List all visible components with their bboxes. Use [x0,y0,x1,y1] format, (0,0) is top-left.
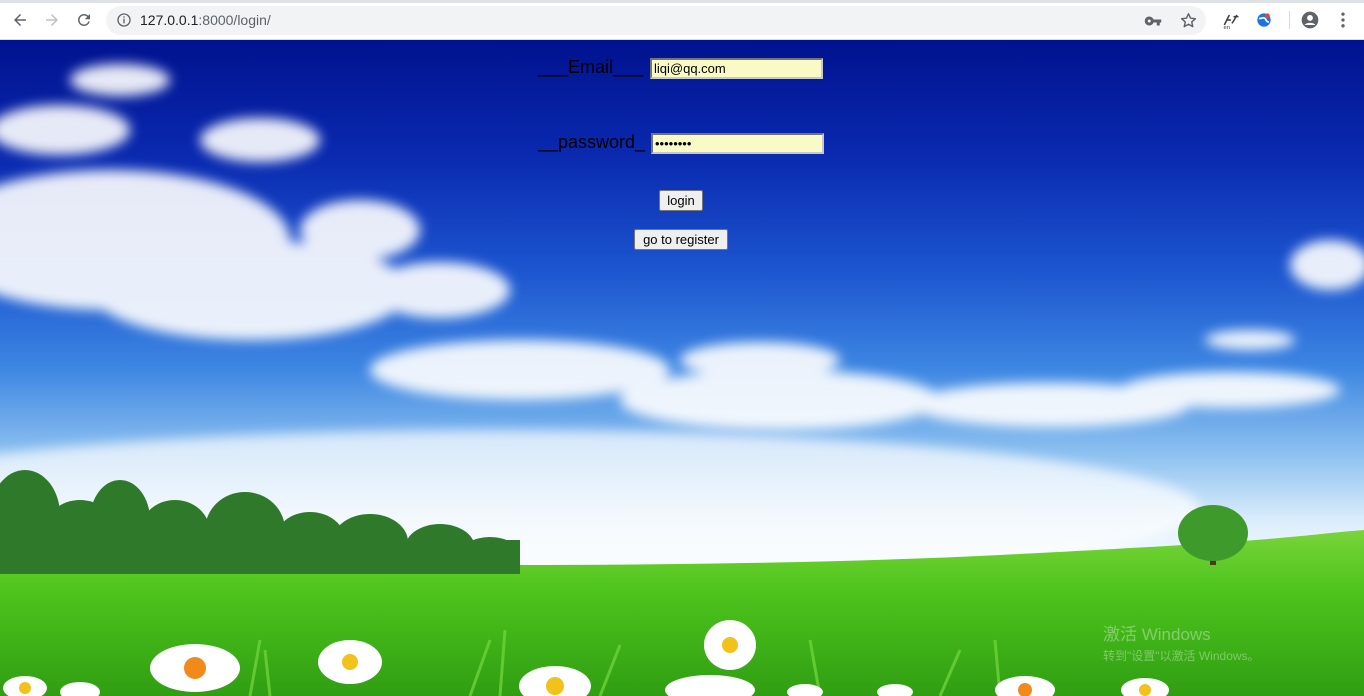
forward-button[interactable] [41,9,63,31]
url-path: :8000/login/ [198,12,271,28]
key-icon[interactable] [1144,12,1162,30]
register-button[interactable]: go to register [634,229,728,250]
url-text[interactable]: 127.0.0.1:8000/login/ [140,12,271,28]
svg-text:en: en [1224,25,1230,30]
arrow-left-icon [14,14,26,26]
windows-activation-watermark: 激活 Windows 转到"设置"以激活 Windows。 [1103,620,1260,664]
globe-extension-icon[interactable] [1254,10,1274,30]
back-button[interactable] [9,9,31,31]
star-icon[interactable] [1179,11,1198,30]
url-host: 127.0.0.1 [140,12,199,28]
password-row: __password_ [538,132,645,153]
info-icon[interactable] [116,12,132,28]
email-label: ___Email___ [538,57,644,77]
toolbar-divider [1289,11,1290,29]
password-label: __password_ [538,132,646,152]
password-input[interactable] [651,133,824,154]
translate-extension-icon[interactable]: en [1221,10,1241,30]
tab-strip-edge [0,0,1364,3]
kebab-menu-icon[interactable] [1333,10,1353,30]
email-input[interactable] [650,58,823,79]
watermark-subtitle: 转到"设置"以激活 Windows。 [1103,649,1260,663]
browser-toolbar: 127.0.0.1:8000/login/ en [0,0,1364,40]
profile-icon[interactable] [1300,10,1320,30]
login-button[interactable]: login [659,190,703,211]
email-row: ___Email___ [538,57,643,78]
reload-button[interactable] [73,9,95,31]
login-page: ___Email___ __password_ login go to regi… [0,40,1364,696]
address-bar[interactable]: 127.0.0.1:8000/login/ [106,6,1206,35]
arrow-right-icon [46,14,58,26]
watermark-title: 激活 Windows [1103,625,1211,644]
reload-icon [78,13,90,26]
